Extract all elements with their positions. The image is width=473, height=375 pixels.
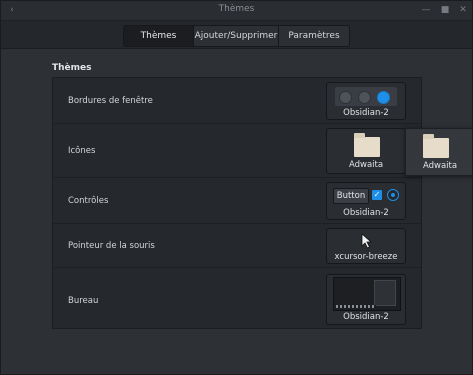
row-label: Icônes <box>68 146 96 156</box>
theme-list: Bordures de fenêtre Obsidian-2 Icônes Ad… <box>52 77 422 329</box>
theme-name: Adwaita <box>348 160 384 170</box>
theme-name: Obsidian-2 <box>343 208 389 218</box>
folder-icon <box>423 134 449 158</box>
controls-theme-button[interactable]: Button ✓ Obsidian-2 <box>326 182 406 220</box>
folder-icon <box>354 133 380 157</box>
cursor-icon <box>361 233 373 249</box>
icons-theme-button[interactable]: Adwaita <box>326 128 406 174</box>
icon-theme-popup: Adwaita <box>405 128 472 176</box>
sample-button: Button <box>333 188 369 204</box>
circle-icon <box>358 91 371 104</box>
row-label: Bureau <box>68 296 99 306</box>
tab-settings[interactable]: Paramètres <box>279 26 349 46</box>
circle-icon <box>339 91 352 104</box>
popup-theme-name: Adwaita <box>422 161 458 171</box>
tab-themes[interactable]: Thèmes <box>124 26 194 46</box>
desktop-theme-button[interactable]: Obsidian-2 <box>326 274 406 325</box>
section-title: Thèmes <box>52 63 92 73</box>
desktop-preview <box>333 277 401 311</box>
panel-thumbnail <box>336 305 376 308</box>
theme-settings-window: ‹ Thèmes — ■ ✕ Thèmes Ajouter/Supprimer … <box>0 0 473 375</box>
radio-icon <box>387 189 399 201</box>
theme-name: Obsidian-2 <box>343 108 389 118</box>
cursor-theme-button[interactable]: xcursor-breeze <box>326 228 406 264</box>
toolbar: Thèmes Ajouter/Supprimer Paramètres <box>1 21 472 49</box>
row-label: Bordures de fenêtre <box>68 96 153 106</box>
titlebar: ‹ Thèmes — ■ ✕ <box>1 1 472 21</box>
window-thumbnail <box>374 280 396 306</box>
theme-name: xcursor-breeze <box>334 252 398 262</box>
close-button[interactable]: ✕ <box>456 3 470 17</box>
window-title: Thèmes <box>218 4 255 14</box>
window-buttons-preview <box>335 87 397 106</box>
row-label: Contrôles <box>68 196 109 206</box>
maximize-button[interactable]: ■ <box>438 3 452 17</box>
row-desktop: Bureau Obsidian-2 <box>53 268 421 330</box>
checkbox-icon: ✓ <box>372 190 382 200</box>
theme-name: Obsidian-2 <box>343 312 389 322</box>
row-icons: Icônes Adwaita <box>53 124 421 178</box>
row-window-borders: Bordures de fenêtre Obsidian-2 <box>53 78 421 124</box>
tab-bar: Thèmes Ajouter/Supprimer Paramètres <box>123 25 350 47</box>
row-label: Pointeur de la souris <box>68 241 155 251</box>
row-controls: Contrôles Button ✓ Obsidian-2 <box>53 178 421 224</box>
window-borders-theme-button[interactable]: Obsidian-2 <box>326 82 406 120</box>
circle-icon <box>377 91 390 104</box>
minimize-button[interactable]: — <box>419 3 433 17</box>
row-cursor: Pointeur de la souris xcursor-breeze <box>53 224 421 268</box>
tab-add-remove[interactable]: Ajouter/Supprimer <box>194 26 279 46</box>
